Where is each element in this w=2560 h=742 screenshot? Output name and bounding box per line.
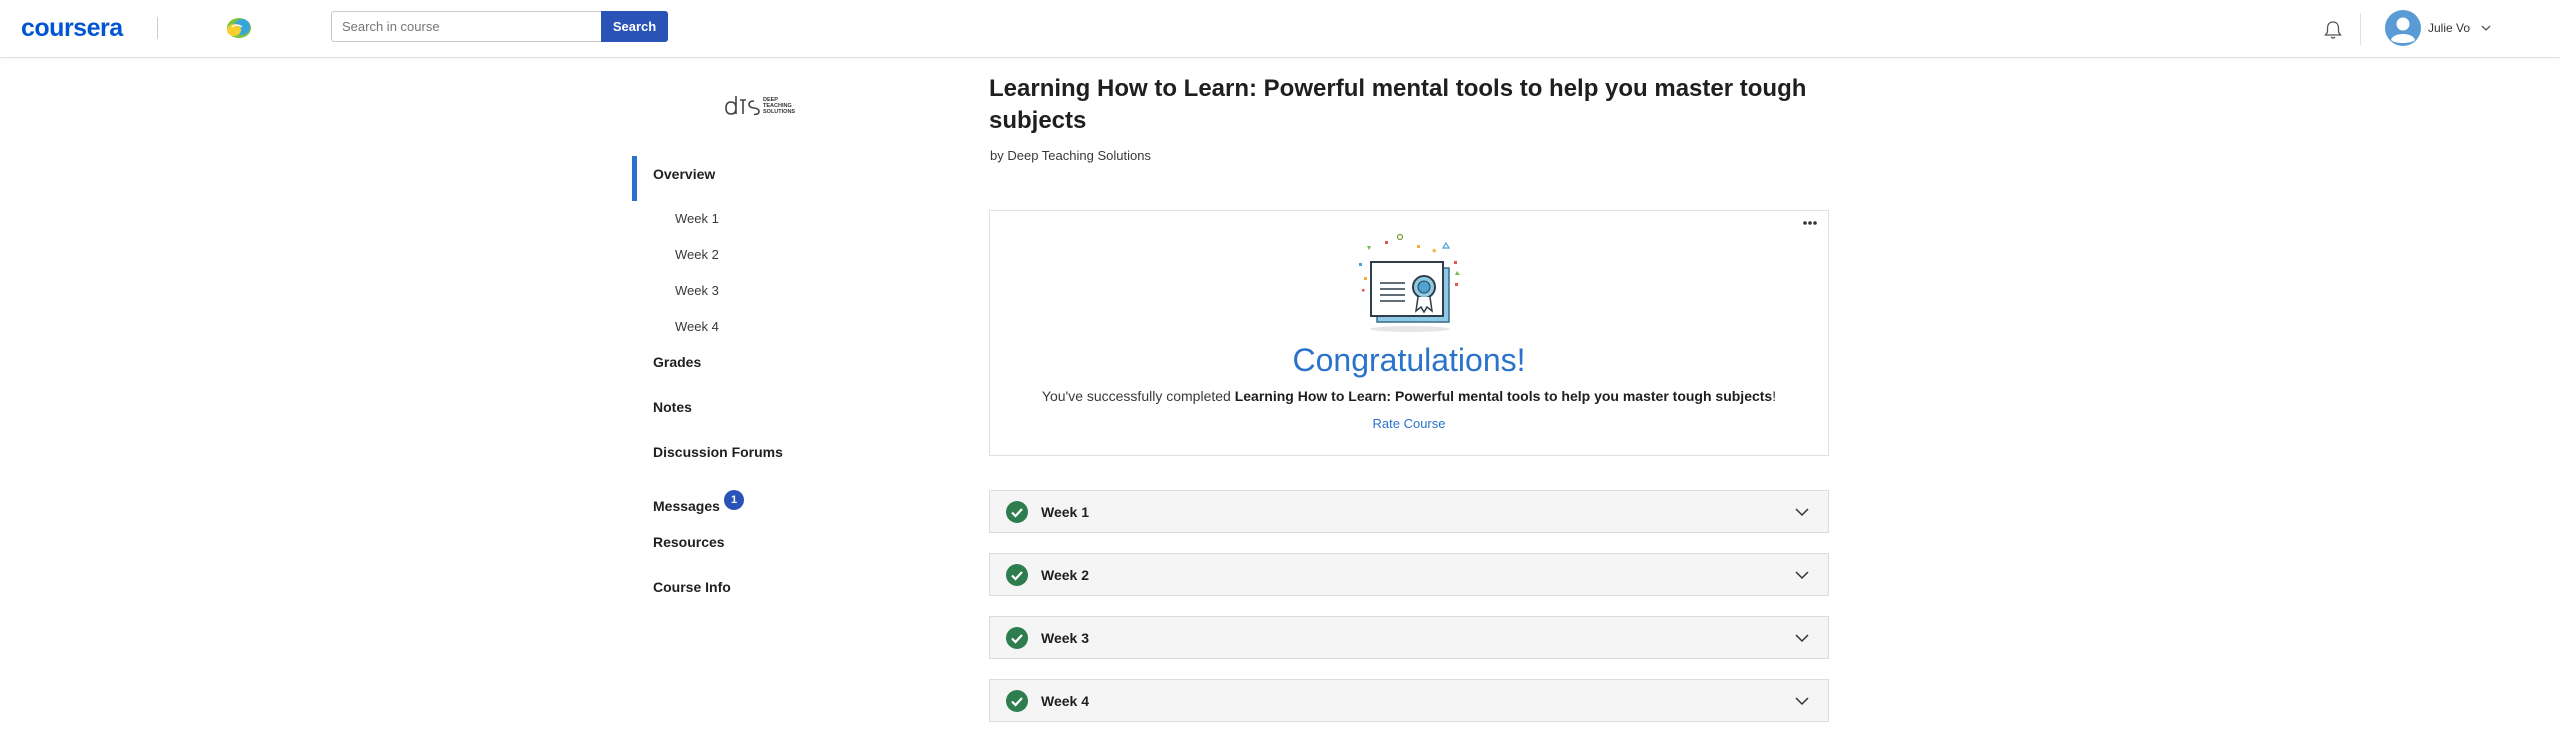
chevron-down-icon[interactable] [2480, 22, 2492, 34]
chevron-down-icon[interactable] [1794, 506, 1810, 518]
sidebar-item-resources[interactable]: Resources [653, 534, 725, 550]
week-3-row[interactable]: Week 3 [989, 616, 1829, 659]
search-button[interactable]: Search [601, 11, 668, 42]
sidebar-item-course-info[interactable]: Course Info [653, 579, 731, 595]
user-avatar-icon[interactable] [2385, 10, 2421, 46]
sidebar-item-grades[interactable]: Grades [653, 354, 701, 370]
week-2-row[interactable]: Week 2 [989, 553, 1829, 596]
partner-brain-logo-icon[interactable] [223, 15, 253, 41]
messages-count-badge: 1 [724, 490, 744, 510]
logo-divider [157, 17, 158, 39]
course-byline: by Deep Teaching Solutions [990, 148, 1151, 163]
course-completion-card: Congratulations! You've successfully com… [989, 210, 1829, 456]
sidebar-item-week-4[interactable]: Week 4 [675, 319, 719, 334]
sidebar-item-notes[interactable]: Notes [653, 399, 692, 415]
user-name[interactable]: Julie Vo [2428, 21, 2470, 35]
week-3-label: Week 3 [1041, 630, 1089, 646]
week-1-row[interactable]: Week 1 [989, 490, 1829, 533]
sidebar-item-discussion-forums[interactable]: Discussion Forums [653, 444, 783, 460]
nav-divider [2360, 13, 2361, 45]
completed-check-icon [1006, 690, 1028, 712]
chevron-down-icon[interactable] [1794, 632, 1810, 644]
deep-teaching-solutions-logo: DEEP TEACHING SOLUTIONS [725, 96, 795, 116]
week-2-label: Week 2 [1041, 567, 1089, 583]
completion-suffix: ! [1772, 388, 1777, 404]
completion-prefix: You've successfully completed [1041, 388, 1235, 404]
completed-check-icon [1006, 501, 1028, 523]
week-4-row[interactable]: Week 4 [989, 679, 1829, 722]
congratulations-heading: Congratulations! [1292, 342, 1526, 378]
chevron-down-icon[interactable] [1794, 695, 1810, 707]
sidebar-active-indicator [632, 156, 637, 201]
more-options-icon[interactable] [1800, 219, 1820, 227]
notification-bell-icon[interactable] [2322, 19, 2344, 41]
completed-course-name: Learning How to Learn: Powerful mental t… [1234, 388, 1773, 404]
partner-logo-word-3: SOLUTIONS [763, 109, 795, 115]
sidebar-item-overview[interactable]: Overview [653, 166, 715, 182]
rate-course-link[interactable]: Rate Course [990, 416, 1828, 431]
top-navigation-bar: coursera Search Julie Vo [0, 0, 2560, 58]
week-4-label: Week 4 [1041, 693, 1089, 709]
week-1-label: Week 1 [1041, 504, 1089, 520]
completion-message: You've successfully completed Learning H… [990, 388, 1828, 404]
sidebar-item-week-3[interactable]: Week 3 [675, 283, 719, 298]
coursera-logo[interactable]: coursera [21, 14, 123, 43]
completed-check-icon [1006, 627, 1028, 649]
chevron-down-icon[interactable] [1794, 569, 1810, 581]
sidebar-item-week-2[interactable]: Week 2 [675, 247, 719, 262]
sidebar-item-messages[interactable]: Messages [653, 498, 720, 514]
sidebar-item-week-1[interactable]: Week 1 [675, 211, 719, 226]
certificate-illustration-icon [1359, 233, 1460, 332]
course-title: Learning How to Learn: Powerful mental t… [989, 75, 1807, 134]
completed-check-icon [1006, 564, 1028, 586]
search-input[interactable] [331, 11, 601, 42]
